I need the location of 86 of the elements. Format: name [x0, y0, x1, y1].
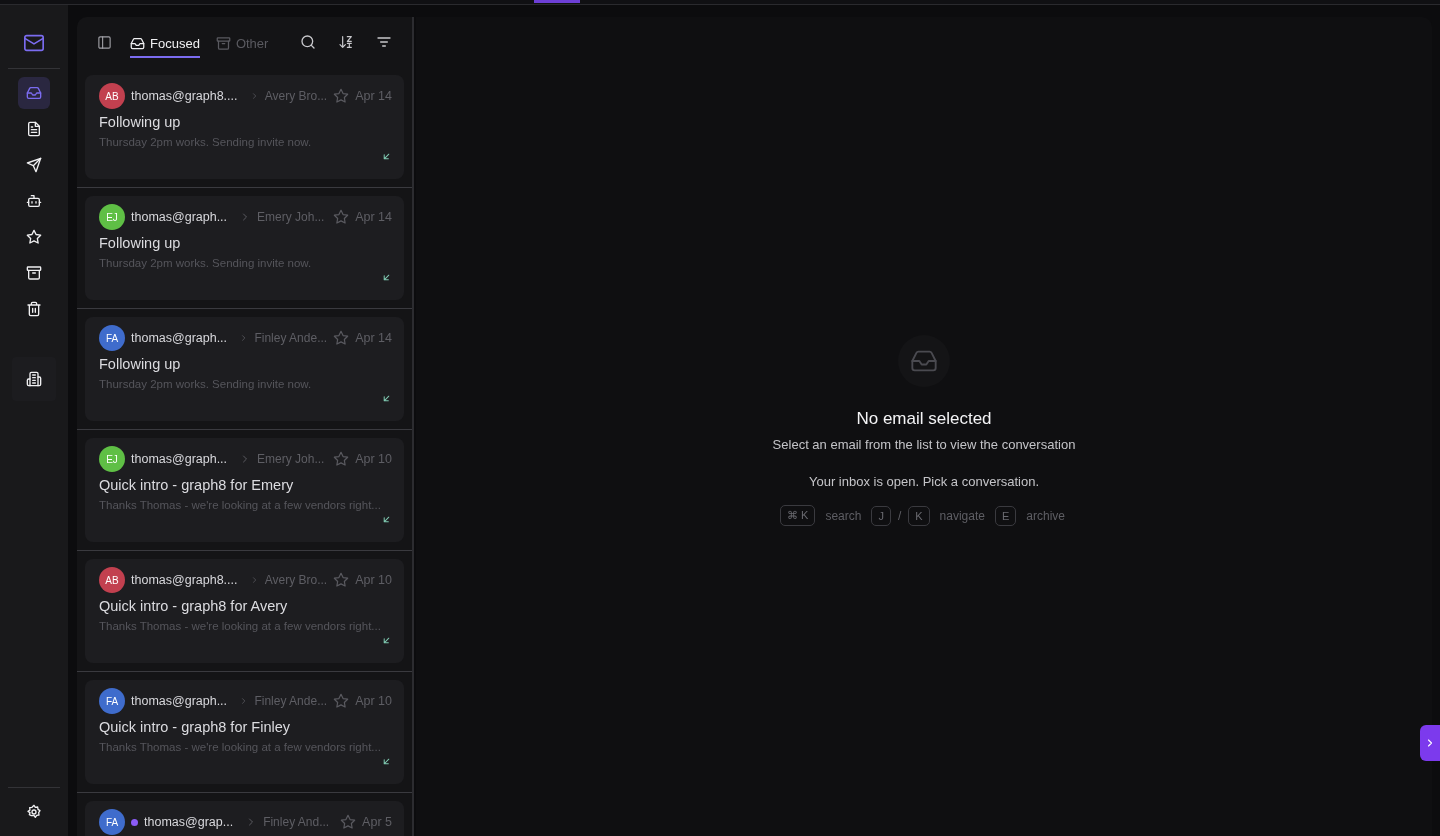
avatar: EJ [99, 446, 125, 472]
email-date: Apr 14 [355, 331, 392, 345]
sender-address: thomas@graph... [131, 452, 228, 466]
key-cap: K [908, 505, 930, 526]
empty-state-title: No email selected [856, 409, 992, 429]
recipient-name: Avery Bro... [264, 573, 328, 587]
recipient-name: Finley Ande... [254, 694, 328, 708]
avatar: FA [99, 325, 125, 351]
sender-address: thomas@graph... [131, 210, 228, 224]
email-subject: Following up [99, 356, 182, 372]
settings-button[interactable] [26, 804, 42, 820]
email-preview: Thursday 2pm works. Sending invite now. [99, 257, 313, 269]
email-date: Apr 10 [355, 452, 392, 466]
archive-icon [215, 35, 231, 51]
empty-state-subtitle: Select an email from the list to view the conversation [772, 437, 1076, 452]
diagonal-arrow-icon [381, 756, 392, 767]
email-date: Apr 10 [355, 694, 392, 708]
email-subject: Quick intro - graph8 for Finley [99, 719, 291, 735]
diagonal-arrow-icon [381, 151, 392, 162]
star-icon [26, 229, 42, 245]
star-button[interactable] [333, 572, 350, 588]
diagonal-arrow-icon [381, 272, 392, 283]
inbox-icon [26, 85, 42, 101]
mail-tab[interactable]: Focused [130, 31, 200, 58]
email-card[interactable]: AB thomas@graph8.... Avery Bro... Apr 14 Following up Thursday 2pm works. Sending invite now. [85, 75, 404, 179]
recipient-name: Finley And... [263, 815, 331, 829]
recipient-name: Finley Ande... [254, 331, 328, 345]
key-cap: ⌘ K [780, 505, 816, 526]
avatar: FA [99, 809, 125, 835]
email-preview: Thursday 2pm works. Sending invite now. [99, 378, 313, 390]
email-card[interactable]: EJ thomas@graph... Emery Joh... Apr 14 Following up Thursday 2pm works. Sending invite now. [85, 196, 404, 300]
sender-address: thomas@grap... [144, 815, 234, 829]
email-subject: Following up [99, 114, 182, 130]
sidebar-icon [97, 34, 112, 50]
star-button[interactable] [333, 330, 350, 346]
avatar: FA [99, 688, 125, 714]
diagonal-arrow-icon [381, 635, 392, 646]
inbox-nav-button[interactable] [18, 77, 50, 109]
sender-address: thomas@graph... [131, 694, 228, 708]
email-card[interactable]: FA thomas@grap... Finley And... Apr 5 [85, 801, 404, 836]
organization-button[interactable] [12, 357, 56, 401]
key-separator: / [897, 508, 902, 523]
email-date: Apr 5 [362, 815, 392, 829]
email-date: Apr 14 [355, 89, 392, 103]
document-icon [26, 121, 42, 137]
star-button[interactable] [333, 88, 350, 104]
sender-address: thomas@graph8.... [131, 573, 238, 587]
shortcut-label: navigate [939, 508, 985, 523]
robot-icon [26, 193, 42, 209]
building-icon [26, 371, 42, 387]
recipient-name: Avery Bro... [264, 89, 328, 103]
shortcut-label: search [825, 508, 862, 523]
key-cap: E [995, 505, 1017, 526]
email-subject: Following up [99, 235, 182, 251]
key-cap: J [871, 505, 891, 526]
search-icon [300, 34, 316, 50]
diagonal-arrow-icon [381, 514, 392, 525]
email-subject: Quick intro - graph8 for Avery [99, 598, 289, 614]
mail-logo-icon [23, 32, 45, 54]
email-date: Apr 10 [355, 573, 392, 587]
avatar: AB [99, 83, 125, 109]
recipient-name: Emery Joh... [257, 452, 326, 466]
filter-icon [376, 34, 392, 50]
expand-panel-button[interactable] [1420, 725, 1440, 761]
email-subject: Quick intro - graph8 for Emery [99, 477, 295, 493]
email-date: Apr 14 [355, 210, 392, 224]
star-button[interactable] [333, 693, 350, 709]
sort-icon [338, 34, 354, 50]
diagonal-arrow-icon [381, 393, 392, 404]
inbox-icon [130, 35, 145, 51]
email-card[interactable]: FA thomas@graph... Finley Ande... Apr 14 Following up Thursday 2pm works. Sending invite now. [85, 317, 404, 421]
send-icon [26, 157, 42, 173]
sender-address: thomas@graph... [131, 331, 228, 345]
settings-icon [26, 804, 42, 820]
archive-icon [26, 265, 42, 281]
shortcut-label: archive [1026, 508, 1065, 523]
avatar: EJ [99, 204, 125, 230]
trash-icon [26, 301, 42, 317]
star-button[interactable] [333, 451, 350, 467]
sender-address: thomas@graph8.... [131, 89, 238, 103]
empty-state-note: Your inbox is open. Pick a conversation. [808, 474, 1039, 489]
recipient-name: Emery Joh... [257, 210, 326, 224]
star-button[interactable] [340, 814, 357, 830]
star-button[interactable] [333, 209, 350, 225]
email-preview: Thursday 2pm works. Sending invite now. [99, 136, 313, 148]
avatar: AB [99, 567, 125, 593]
